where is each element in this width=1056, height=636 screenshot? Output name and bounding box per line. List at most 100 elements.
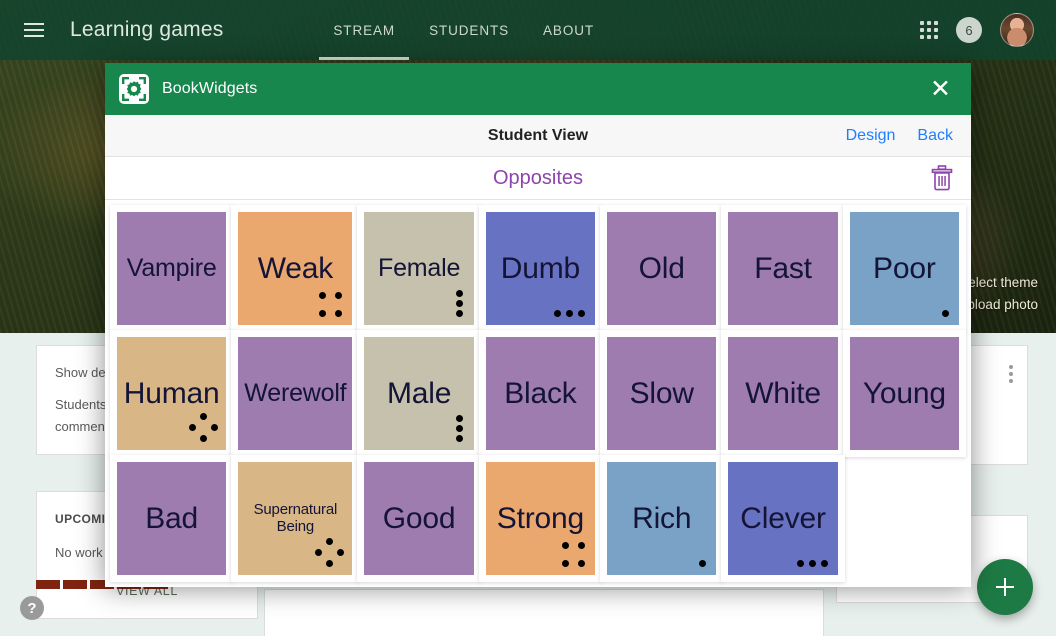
- board-tile-label: Male: [386, 377, 452, 410]
- board-tile-label: Vampire: [126, 253, 217, 282]
- board-cell: Black: [480, 331, 601, 456]
- board-tile-label: Female: [378, 253, 461, 282]
- board-tile[interactable]: Male: [364, 337, 474, 450]
- board-tile[interactable]: Supernatural Being: [238, 462, 353, 575]
- board-tile[interactable]: Dumb: [485, 212, 596, 325]
- board-tile-label: Strong: [496, 502, 584, 535]
- board-tile-label: Poor: [873, 252, 936, 285]
- board-cell: Supernatural Being: [232, 456, 358, 581]
- board-tile[interactable]: Vampire: [117, 212, 227, 325]
- classroom-tabs: STREAM STUDENTS ABOUT: [319, 0, 594, 60]
- board-tile-label: Supernatural Being: [253, 501, 338, 535]
- board-cell: Fast: [722, 206, 843, 331]
- student-view-title: Student View: [487, 126, 589, 144]
- board-tile-label: Black: [504, 377, 577, 410]
- right-post-menu-icon[interactable]: [1009, 362, 1013, 386]
- dialog-header: BookWidgets ✕: [105, 63, 971, 115]
- board-tile[interactable]: Bad: [117, 462, 227, 575]
- board-tile[interactable]: Black: [485, 337, 596, 450]
- board-cell: Old: [601, 206, 722, 331]
- board-cell: Good: [358, 456, 479, 581]
- screen: Show deleted items Students can post and…: [0, 0, 1056, 636]
- board-cell: Dumb: [480, 206, 601, 331]
- tab-about[interactable]: ABOUT: [543, 0, 594, 60]
- board-tile-label: Clever: [740, 502, 826, 535]
- board-cell: Weak: [232, 206, 358, 331]
- board-tile-label: Human: [123, 377, 220, 410]
- back-button[interactable]: Back: [917, 127, 953, 145]
- apps-grid-icon[interactable]: [920, 21, 938, 39]
- tile-dot-marker: [178, 410, 219, 444]
- board-tile-label: Good: [382, 502, 456, 535]
- opposites-board: Vampire Weak Female Dumb Old Fast Poor Human Wer…: [105, 200, 971, 587]
- board-cell: Male: [358, 331, 479, 456]
- dialog-sub-bar: Student View Design Back: [105, 115, 971, 157]
- board-tile-label: Dumb: [500, 252, 581, 285]
- board-tile[interactable]: Clever: [728, 462, 838, 575]
- board-tile[interactable]: Rich: [607, 462, 717, 575]
- plus-icon: [996, 578, 1014, 596]
- board-tile-label: Werewolf: [244, 378, 347, 407]
- design-button[interactable]: Design: [846, 127, 896, 145]
- dialog-sub-actions: Design Back: [846, 127, 971, 145]
- trash-icon[interactable]: [931, 165, 953, 191]
- widget-title-bar: Opposites: [105, 157, 971, 200]
- board-tile[interactable]: Weak: [238, 212, 353, 325]
- help-icon[interactable]: ?: [20, 596, 44, 620]
- board-tile-label: Old: [638, 252, 685, 285]
- board-tile[interactable]: Slow: [607, 337, 717, 450]
- tile-dot-marker: [426, 285, 466, 319]
- board-tile[interactable]: Werewolf: [238, 337, 353, 450]
- add-post-button[interactable]: [977, 559, 1033, 615]
- board-tile[interactable]: Fast: [728, 212, 838, 325]
- tab-stream[interactable]: STREAM: [319, 0, 409, 60]
- board-tile[interactable]: Good: [364, 462, 474, 575]
- board-tile[interactable]: Human: [117, 337, 227, 450]
- tile-dot-marker: [911, 285, 951, 319]
- board-tile[interactable]: Young: [849, 337, 959, 450]
- classroom-top-bar: Learning games STREAM STUDENTS ABOUT 6: [0, 0, 1056, 60]
- tile-dot-marker: [304, 535, 345, 569]
- board-tile[interactable]: Female: [364, 212, 474, 325]
- board-cell: Werewolf: [232, 331, 358, 456]
- board-tile[interactable]: Poor: [849, 212, 959, 325]
- tile-dot-marker: [547, 535, 587, 569]
- widget-title: Opposites: [492, 166, 584, 189]
- board-tile[interactable]: Old: [607, 212, 717, 325]
- board-tile-label: Fast: [754, 252, 812, 285]
- board-cell: White: [722, 331, 843, 456]
- board-cell: Rich: [601, 456, 722, 581]
- stream-post-card-2[interactable]: [264, 589, 824, 636]
- board-tile[interactable]: Strong: [485, 462, 596, 575]
- board-cell: Strong: [480, 456, 601, 581]
- board-cell: Bad: [111, 456, 232, 581]
- notification-count-badge[interactable]: 6: [956, 17, 982, 43]
- board-tile-label: Rich: [632, 502, 692, 535]
- tile-dot-marker: [426, 410, 466, 444]
- board-cell: [844, 456, 965, 581]
- close-icon[interactable]: ✕: [924, 75, 957, 104]
- tab-students[interactable]: STUDENTS: [429, 0, 509, 60]
- hamburger-icon[interactable]: [24, 19, 44, 41]
- board-tile-label: White: [745, 377, 821, 410]
- board-cell: Human: [111, 331, 232, 456]
- board-cell: Female: [358, 206, 479, 331]
- dialog-app-name: BookWidgets: [162, 80, 258, 97]
- board-cell: Vampire: [111, 206, 232, 331]
- bookwidgets-logo-icon: [119, 74, 149, 104]
- board-cell: Young: [844, 331, 965, 456]
- tile-dot-marker: [668, 535, 708, 569]
- bookwidgets-dialog: BookWidgets ✕ Student View Design Back O…: [105, 63, 971, 587]
- board-tile[interactable]: White: [728, 337, 838, 450]
- board-cell: Slow: [601, 331, 722, 456]
- board-cell: Clever: [722, 456, 843, 581]
- board-tile-label: Bad: [145, 502, 199, 535]
- board-tile-label: Young: [862, 377, 946, 410]
- board-tile-label: Slow: [629, 377, 694, 410]
- class-title: Learning games: [70, 18, 224, 41]
- board-tile-empty: [850, 462, 959, 575]
- board-cell: Poor: [844, 206, 965, 331]
- avatar[interactable]: [1000, 13, 1034, 47]
- tile-dot-marker: [304, 285, 344, 319]
- top-bar-actions: 6: [920, 13, 1034, 47]
